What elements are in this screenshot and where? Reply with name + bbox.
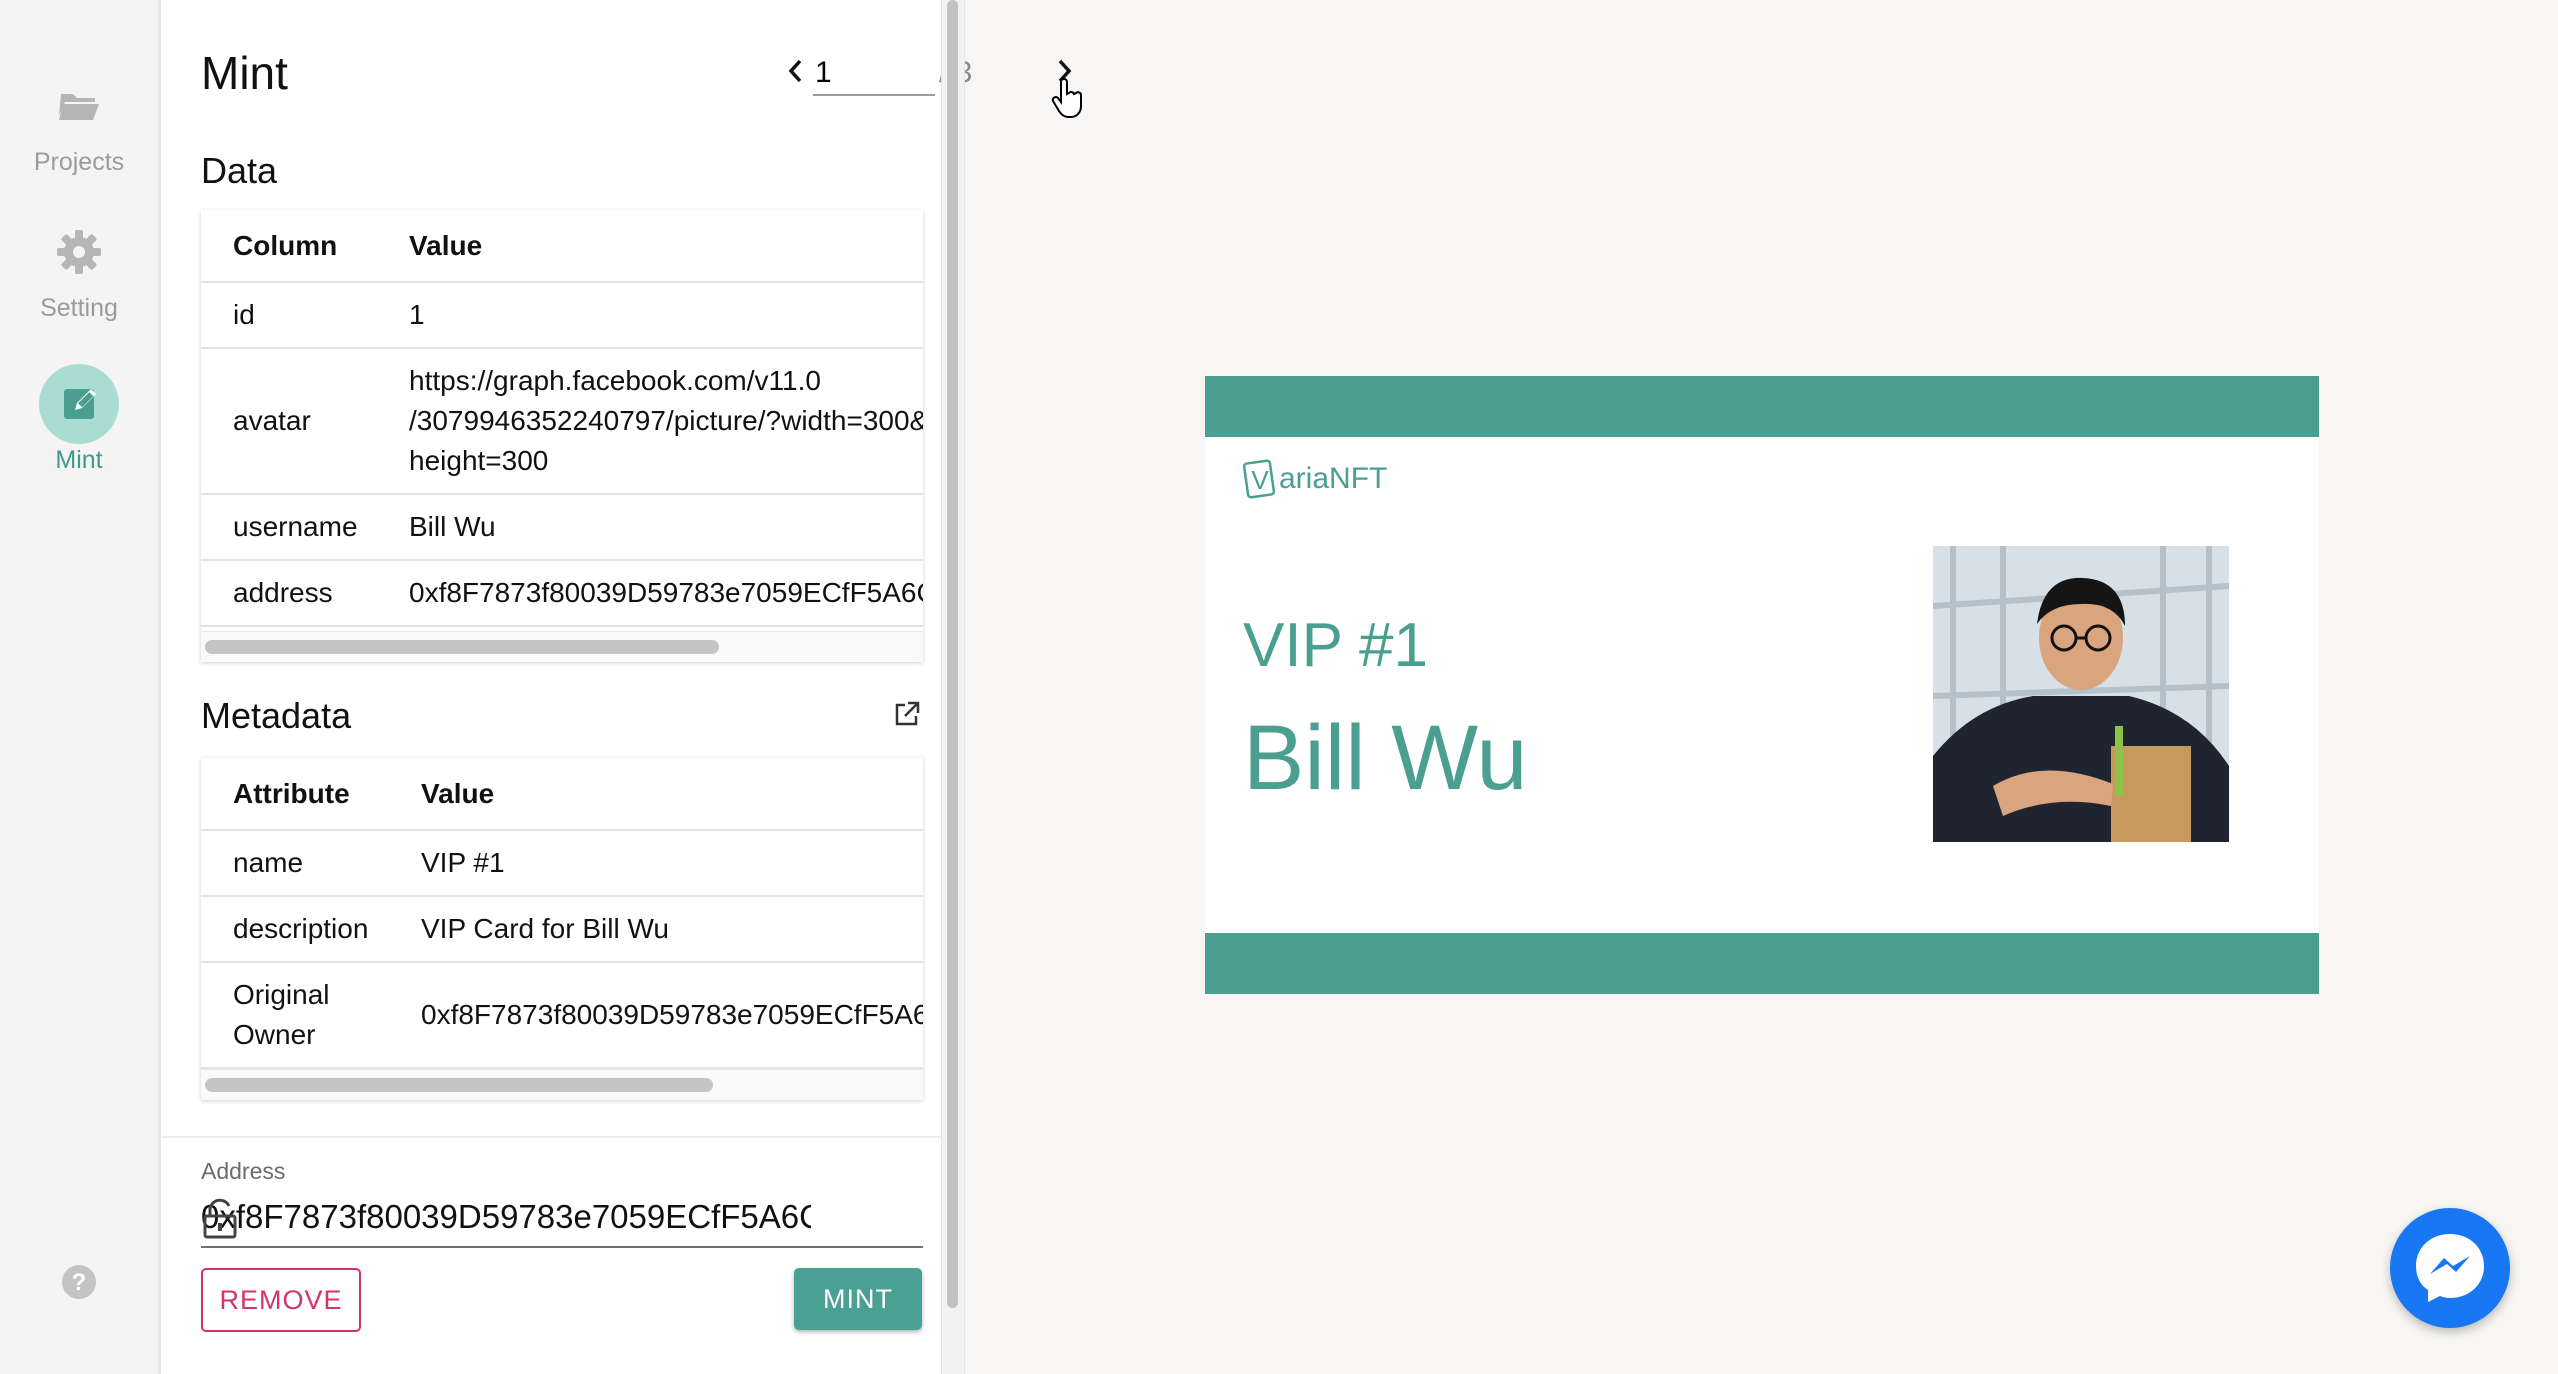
row-value: VIP #1	[419, 830, 923, 897]
table-row: id 1	[201, 282, 923, 349]
nft-bottom-band	[1205, 933, 2319, 994]
table-header-row: Column Value	[201, 210, 923, 283]
gear-icon	[39, 212, 119, 292]
row-value-line: height=300	[409, 445, 549, 476]
logo-text: ariaNFT	[1279, 462, 1388, 495]
address-field[interactable]: 0xf8F7873f80039D59783e7059ECfF5A6C	[201, 1190, 923, 1248]
metadata-table: Attribute Value name VIP #1 description …	[201, 758, 923, 1069]
logo-letter: V	[1251, 465, 1269, 495]
section-divider	[161, 1136, 941, 1138]
row-value: Bill Wu	[407, 494, 923, 561]
external-link-icon	[895, 701, 920, 726]
row-value: https://graph.facebook.com/v11.0 /307994…	[407, 348, 923, 495]
row-key-line: Original	[233, 979, 330, 1010]
chevron-left-icon	[788, 59, 802, 83]
messenger-chat-button[interactable]	[2390, 1208, 2510, 1328]
nft-preview-card: V ariaNFT VIP #1 Bill Wu	[1205, 376, 2319, 994]
column-header: Attribute	[201, 758, 419, 831]
horizontal-scrollbar[interactable]	[201, 631, 923, 662]
unlock-icon	[203, 1198, 237, 1239]
row-key: address	[201, 560, 407, 627]
scrollbar-thumb[interactable]	[205, 640, 719, 654]
data-table-card: Column Value id 1 avatar https://graph.f…	[201, 210, 923, 662]
data-table: Column Value id 1 avatar https://graph.f…	[201, 210, 923, 627]
nft-top-band	[1205, 376, 2319, 437]
logo-mark-icon: V	[1243, 459, 1276, 499]
row-value-line: /3079946352240797/picture/?width=300&	[409, 405, 923, 436]
metadata-heading: Metadata	[201, 695, 352, 736]
nft-vip-title: VIP #1	[1243, 611, 1429, 680]
nav-label-projects: Projects	[33, 148, 125, 176]
remove-button[interactable]: REMOVE	[201, 1268, 361, 1332]
column-header: Column	[201, 210, 407, 283]
messenger-icon	[2416, 1234, 2484, 1302]
data-heading: Data	[201, 150, 278, 191]
row-value: 1	[407, 282, 923, 349]
table-row: Original Owner 0xf8F7873f80039D59783e705…	[201, 962, 923, 1069]
row-value-line: https://graph.facebook.com/v11.0	[409, 365, 821, 396]
row-key: id	[201, 282, 407, 349]
row-value: VIP Card for Bill Wu	[419, 896, 923, 963]
address-label: Address	[201, 1158, 286, 1184]
help-icon: ?	[59, 1262, 99, 1302]
unlock-button[interactable]	[201, 1198, 811, 1240]
row-key: avatar	[201, 348, 407, 495]
nav-rail: Projects Setting Mint ?	[0, 0, 161, 1374]
row-key: description	[201, 896, 419, 963]
column-header: Value	[419, 758, 923, 831]
nav-item-mint[interactable]: Mint	[0, 364, 158, 475]
prev-record-button[interactable]	[785, 54, 807, 94]
panel-scrollbar-thumb[interactable]	[947, 0, 958, 1308]
row-key: username	[201, 494, 407, 561]
help-button[interactable]: ?	[0, 1262, 158, 1302]
mint-button[interactable]: MINT	[794, 1268, 922, 1330]
row-value: 0xf8F7873f80039D59783e7059ECfF5A6C	[419, 962, 923, 1069]
page-title: Mint	[201, 47, 288, 99]
row-key: Original Owner	[201, 962, 419, 1069]
folder-icon	[39, 66, 119, 146]
row-key: name	[201, 830, 419, 897]
varianft-logo: V ariaNFT	[1243, 456, 1387, 502]
hand-cursor-icon	[1051, 78, 1082, 118]
open-external-button[interactable]	[893, 700, 921, 728]
nav-item-projects[interactable]: Projects	[0, 66, 158, 177]
edit-icon	[39, 364, 119, 444]
table-row: description VIP Card for Bill Wu	[201, 896, 923, 963]
table-row: address 0xf8F7873f80039D59783e7059ECfF5A…	[201, 560, 923, 627]
mint-panel: Mint / 3 Data Column Value id 1	[161, 0, 1082, 1374]
panel-scrollbar[interactable]	[941, 0, 965, 1374]
horizontal-scrollbar[interactable]	[201, 1069, 923, 1100]
record-index-input[interactable]	[813, 52, 935, 96]
nft-holder-name: Bill Wu	[1243, 707, 1528, 809]
app-root: Projects Setting Mint ? Mint 1 Data Colu…	[0, 0, 2558, 1374]
column-header: Value	[407, 210, 923, 283]
row-key-line: Owner	[233, 1019, 316, 1050]
scrollbar-thumb[interactable]	[205, 1078, 713, 1092]
table-row: username Bill Wu	[201, 494, 923, 561]
table-header-row: Attribute Value	[201, 758, 923, 831]
metadata-table-card: Attribute Value name VIP #1 description …	[201, 758, 923, 1100]
table-row: avatar https://graph.facebook.com/v11.0 …	[201, 348, 923, 495]
record-pager: / 3	[721, 46, 1081, 116]
table-row: name VIP #1	[201, 830, 923, 897]
avatar-photo	[1933, 546, 2229, 842]
row-value: 0xf8F7873f80039D59783e7059ECfF5A6C	[407, 560, 923, 627]
nav-label-mint: Mint	[55, 446, 103, 474]
nav-item-setting[interactable]: Setting	[0, 212, 158, 323]
svg-text:?: ?	[72, 1269, 87, 1296]
nav-label-setting: Setting	[40, 294, 118, 322]
